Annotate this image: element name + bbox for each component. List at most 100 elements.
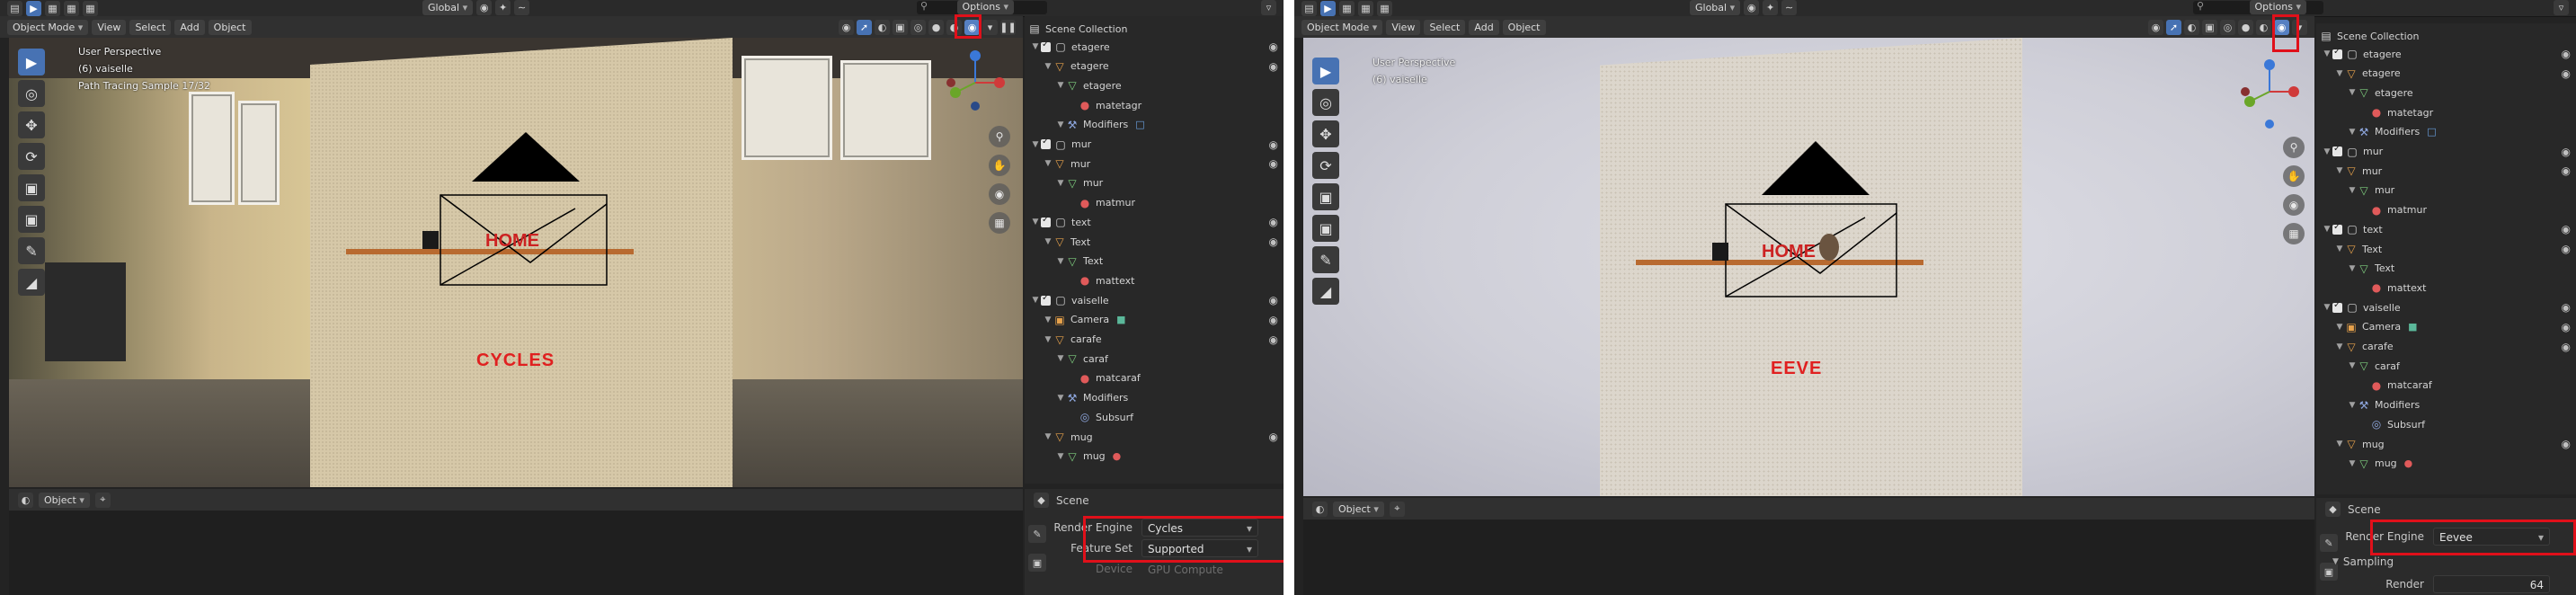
outliner-item[interactable]: ▼ ▽ mur [1025,174,1284,192]
overlay-icon[interactable]: ◐ [2184,19,2199,35]
ortho-grid-icon[interactable]: ▦ [989,212,1010,234]
eye-icon[interactable]: ◉ [1269,40,1278,53]
outliner-item[interactable]: ▼ ⚒ Modifiers [1025,389,1284,407]
expand-arrow-icon[interactable]: ▼ [1043,432,1053,441]
shading-solid-icon[interactable]: ● [2238,19,2253,35]
select-extend-icon[interactable]: ▦ [64,1,79,16]
expand-arrow-icon[interactable]: ▼ [2334,69,2345,78]
menu-add[interactable]: Add [1469,19,1499,35]
editor-type-icon[interactable]: ◐ [1312,501,1328,517]
expand-arrow-icon[interactable]: ▼ [1030,42,1041,51]
expand-arrow-icon[interactable]: ▼ [2334,342,2345,351]
tool-tab-icon[interactable]: ✎ [1028,525,1046,543]
rotate-tool-icon[interactable]: ⟳ [18,143,45,170]
exclude-checkbox[interactable] [2332,222,2342,235]
camera-view-icon[interactable]: ◉ [2283,194,2305,216]
ortho-grid-icon[interactable]: ▦ [2283,223,2305,244]
eye-icon[interactable]: ◉ [1269,60,1278,73]
render-tab-icon[interactable]: ▣ [1028,554,1046,572]
outliner-item[interactable]: ▼ ▽ carafe ◉ [1025,331,1284,349]
expand-arrow-icon[interactable]: ▼ [2334,166,2345,175]
xray-icon[interactable]: ▣ [893,19,908,35]
outliner-item[interactable]: ▼ ▽ Text ◉ [1025,233,1284,251]
eye-icon[interactable]: ◉ [1269,138,1278,151]
3d-viewport[interactable]: User Perspective (6) vaiselle Path Traci… [9,38,1023,487]
pivot-icon[interactable]: ◉ [476,0,493,15]
expand-arrow-icon[interactable]: ▼ [2334,440,2345,448]
eye-icon[interactable]: ◉ [1269,431,1278,443]
cursor-tool-icon[interactable]: ◎ [18,80,45,107]
pivot-icon[interactable]: ◉ [1744,0,1760,15]
annotate-tool-icon[interactable]: ✎ [1312,246,1339,273]
outliner-item[interactable]: ● matcaraf [2316,377,2576,395]
expand-arrow-icon[interactable]: ▼ [2347,186,2358,195]
scale-tool-icon[interactable]: ▣ [1312,183,1339,210]
outliner-item[interactable]: ▼ ▢ mur ◉ [2316,143,2576,161]
outliner-item[interactable]: ▼ ▣ Camera ■ ◉ [1025,311,1284,329]
object-dropdown[interactable]: Object [39,492,90,508]
expand-arrow-icon[interactable]: ▼ [1030,296,1041,305]
expand-arrow-icon[interactable]: ▼ [1030,140,1041,149]
outliner-item[interactable]: ● matcaraf [1025,369,1284,387]
expand-arrow-icon[interactable]: ▼ [1055,120,1066,129]
expand-arrow-icon[interactable]: ▼ [2334,323,2345,332]
select-tool-icon[interactable]: ▶ [18,49,45,75]
exclude-checkbox[interactable] [1041,137,1051,149]
expand-arrow-icon[interactable]: ▼ [1055,179,1066,188]
select-mode-icon[interactable]: ▦ [45,1,60,16]
eye-icon[interactable]: ◉ [2562,146,2571,158]
exclude-checkbox[interactable] [1041,215,1051,227]
options-dropdown[interactable]: Options [956,0,1014,14]
eye-icon[interactable]: ◉ [2562,164,2571,177]
zoom-icon[interactable]: ⚲ [2283,137,2305,158]
tool-tab-icon[interactable]: ✎ [2320,534,2338,552]
proportional-edit-icon[interactable]: ∼ [514,0,530,15]
outliner-item[interactable]: ▼ ▽ caraf [1025,350,1284,368]
object-mode-dropdown[interactable]: Object Mode [7,19,89,35]
expand-arrow-icon[interactable]: ▼ [2347,88,2358,97]
modifier-icon[interactable]: □ [2427,126,2436,138]
outliner-item[interactable]: ▼ ▢ vaiselle ◉ [2316,298,2576,316]
outliner-item[interactable]: ▼ ▽ mug ◉ [1025,428,1284,446]
outliner-item[interactable]: ▼ ▢ vaiselle ◉ [1025,291,1284,309]
expand-arrow-icon[interactable]: ▼ [2322,147,2332,156]
outliner-item[interactable]: ▼ ▽ mur ◉ [2316,162,2576,180]
snap-icon[interactable]: ✦ [1763,0,1779,15]
transform-orientation-dropdown[interactable]: Global [1690,0,1741,15]
outliner-item[interactable]: ▼ ⚒ Modifiers [2316,396,2576,414]
outliner-item[interactable]: ▼ ▽ mug ● [2316,455,2576,473]
exclude-checkbox[interactable] [2332,300,2342,313]
expand-arrow-icon[interactable]: ▼ [2322,225,2332,234]
select-box-icon[interactable]: ▶ [26,1,41,16]
measure-tool-icon[interactable]: ◢ [1312,278,1339,305]
outliner-item[interactable]: ▼ ▽ etagere ◉ [2316,65,2576,83]
device-dropdown[interactable]: GPU Compute [1141,560,1258,578]
sampling-panel-header[interactable]: Sampling [2343,555,2394,568]
expand-arrow-icon[interactable]: ▼ [1055,394,1066,403]
pin-icon[interactable]: ⌖ [1389,501,1405,517]
expand-arrow-icon[interactable]: ▼ [2347,401,2358,410]
outliner-item[interactable]: ● mattext [1025,271,1284,289]
overlay-icon[interactable]: ◐ [875,19,890,35]
eye-icon[interactable]: ◉ [2562,301,2571,314]
visibility-icon[interactable]: ◉ [839,19,854,35]
eye-icon[interactable]: ◉ [1269,314,1278,326]
object-mode-dropdown[interactable]: Object Mode [1301,19,1383,35]
eye-icon[interactable]: ◉ [1269,216,1278,228]
outliner-item[interactable]: ● matmur [1025,194,1284,212]
pan-hand-icon[interactable]: ✋ [2283,165,2305,187]
expand-arrow-icon[interactable]: ▼ [1055,452,1066,461]
annotate-tool-icon[interactable]: ✎ [18,237,45,264]
select-extend-icon[interactable]: ▦ [1358,1,1373,16]
eye-icon[interactable]: ◉ [2562,67,2571,80]
visibility-icon[interactable]: ◉ [2148,19,2163,35]
gizmo-icon[interactable]: ➚ [857,19,872,35]
outliner-item[interactable]: ▼ ▽ Text ◉ [2316,240,2576,258]
measure-tool-icon[interactable]: ◢ [18,269,45,296]
expand-arrow-icon[interactable]: ▼ [2322,303,2332,312]
select-subtract-icon[interactable]: ▦ [1377,1,1392,16]
outliner-item[interactable]: ▼ ▢ text ◉ [1025,213,1284,231]
outliner-item[interactable]: ▼ ▢ etagere ◉ [1025,38,1284,56]
outliner-item[interactable]: ● matetagr [1025,96,1284,114]
outliner-item[interactable]: ▼ ▽ etagere [1025,76,1284,94]
